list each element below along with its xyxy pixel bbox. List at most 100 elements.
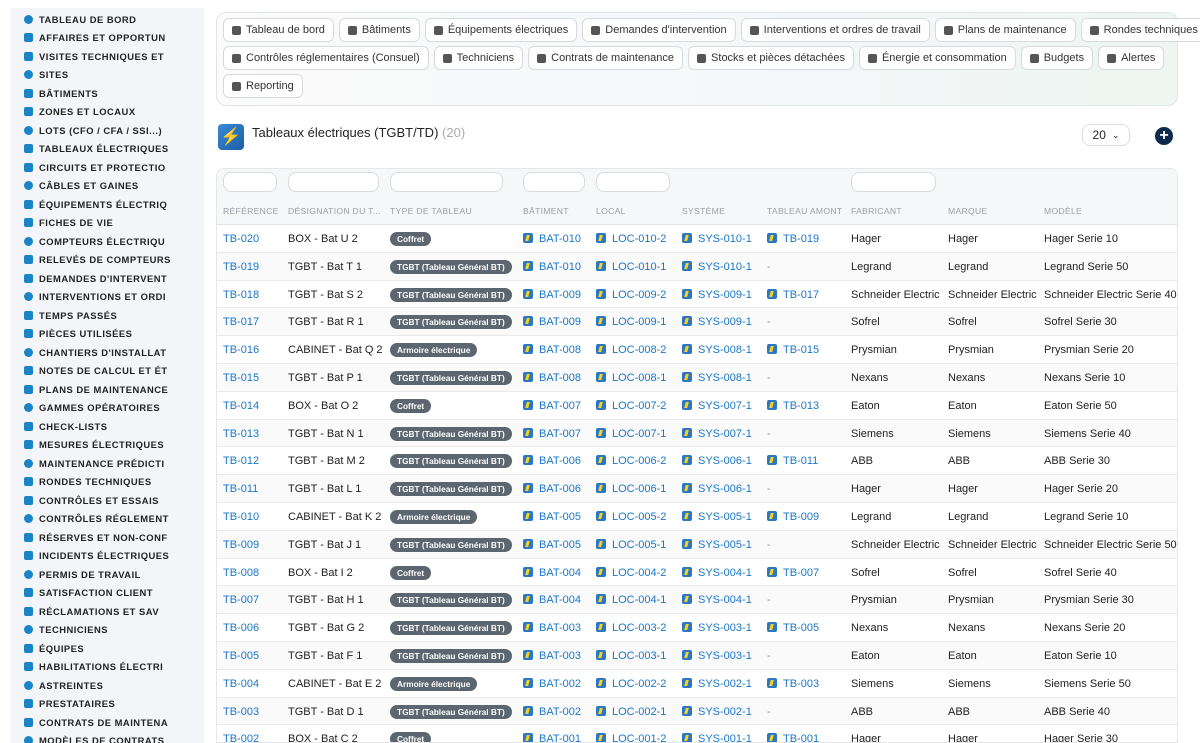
sidebar-item-pieces-utilisees[interactable]: PIÈCES UTILISÉES <box>10 325 204 344</box>
link-tableau-amont[interactable]: TB-019 <box>783 233 819 245</box>
cell-systeme[interactable]: SYS-007-1 <box>682 427 752 440</box>
cell-batiment[interactable]: BAT-005 <box>523 538 581 551</box>
sidebar-item-releves-de-compteurs[interactable]: RELEVÉS DE COMPTEURS <box>10 251 204 270</box>
link-batiment[interactable]: BAT-009 <box>539 289 581 301</box>
link-local[interactable]: LOC-006-2 <box>612 455 666 467</box>
cell-tableau-amont[interactable]: TB-015 <box>767 344 819 356</box>
nav-button-techniciens[interactable]: Techniciens <box>433 46 524 70</box>
cell-reference[interactable]: TB-010 <box>223 511 259 523</box>
link-batiment[interactable]: BAT-009 <box>539 316 581 328</box>
filter-local[interactable] <box>596 172 670 192</box>
link-systeme[interactable]: SYS-007-1 <box>698 400 752 412</box>
cell-local[interactable]: LOC-002-1 <box>596 705 666 718</box>
link-tableau-amont[interactable]: TB-001 <box>783 733 819 742</box>
link-batiment[interactable]: BAT-010 <box>539 233 581 245</box>
cell-reference[interactable]: TB-002 <box>223 733 259 742</box>
link-local[interactable]: LOC-001-2 <box>612 733 666 742</box>
cell-local[interactable]: LOC-008-1 <box>596 371 666 384</box>
sidebar-item-habilitations-electri[interactable]: HABILITATIONS ÉLECTRI <box>10 658 204 677</box>
nav-button-energie-et-consommation[interactable]: Énergie et consommation <box>858 46 1016 70</box>
nav-button-budgets[interactable]: Budgets <box>1020 46 1094 70</box>
sidebar-item-chantiers-d-installat[interactable]: CHANTIERS D'INSTALLAT <box>10 343 204 362</box>
cell-local[interactable]: LOC-002-2 <box>596 677 666 690</box>
column-header-systeme[interactable]: SYSTÈME <box>682 206 725 216</box>
sidebar-item-check-lists[interactable]: CHECK-LISTS <box>10 417 204 436</box>
link-local[interactable]: LOC-008-1 <box>612 372 666 384</box>
sidebar-item-techniciens[interactable]: TECHNICIENS <box>10 621 204 640</box>
cell-batiment[interactable]: BAT-005 <box>523 510 581 523</box>
cell-systeme[interactable]: SYS-003-1 <box>682 622 752 634</box>
sidebar-item-modeles-de-contrats[interactable]: MODÈLES DE CONTRATS <box>10 732 204 743</box>
sidebar-item-incidents-electriques[interactable]: INCIDENTS ÉLECTRIQUES <box>10 547 204 566</box>
cell-batiment[interactable]: BAT-007 <box>523 427 581 440</box>
link-batiment[interactable]: BAT-002 <box>539 706 581 718</box>
cell-tableau-amont[interactable]: TB-005 <box>767 622 819 634</box>
link-local[interactable]: LOC-008-2 <box>612 344 666 356</box>
sidebar-item-demandes-d-intervent[interactable]: DEMANDES D'INTERVENT <box>10 269 204 288</box>
link-local[interactable]: LOC-010-2 <box>612 233 666 245</box>
cell-reference[interactable]: TB-017 <box>223 316 259 328</box>
cell-batiment[interactable]: BAT-009 <box>523 316 581 328</box>
nav-button-batiments[interactable]: Bâtiments <box>338 18 420 42</box>
cell-systeme[interactable]: SYS-002-1 <box>682 677 752 690</box>
cell-reference[interactable]: TB-018 <box>223 289 259 301</box>
link-batiment[interactable]: BAT-008 <box>539 372 581 384</box>
cell-systeme[interactable]: SYS-004-1 <box>682 566 752 579</box>
cell-local[interactable]: LOC-003-1 <box>596 649 666 662</box>
cell-local[interactable]: LOC-009-1 <box>596 316 666 328</box>
sidebar-item-compteurs-electriqu[interactable]: COMPTEURS ÉLECTRIQU <box>10 232 204 251</box>
link-systeme[interactable]: SYS-006-1 <box>698 483 752 495</box>
link-systeme[interactable]: SYS-007-1 <box>698 428 752 440</box>
cell-batiment[interactable]: BAT-006 <box>523 455 581 467</box>
link-local[interactable]: LOC-010-1 <box>612 261 666 273</box>
column-header-modele[interactable]: MODÈLE <box>1044 206 1082 216</box>
sidebar-item-satisfaction-client[interactable]: SATISFACTION CLIENT <box>10 584 204 603</box>
sidebar-item-batiments[interactable]: BÂTIMENTS <box>10 84 204 103</box>
cell-reference[interactable]: TB-003 <box>223 706 259 718</box>
link-systeme[interactable]: SYS-008-1 <box>698 344 752 356</box>
filter-reference[interactable] <box>223 172 277 192</box>
filter-type[interactable] <box>390 172 503 192</box>
sidebar-item-astreintes[interactable]: ASTREINTES <box>10 676 204 695</box>
link-systeme[interactable]: SYS-008-1 <box>698 372 752 384</box>
nav-button-demandes-d-intervention[interactable]: Demandes d'intervention <box>582 18 736 42</box>
link-local[interactable]: LOC-003-1 <box>612 650 666 662</box>
cell-tableau-amont[interactable]: TB-003 <box>767 677 819 690</box>
column-header-type-de-tableau[interactable]: TYPE DE TABLEAU <box>390 206 472 216</box>
link-tableau-amont[interactable]: TB-009 <box>783 511 819 523</box>
sidebar-item-tableaux-electriques[interactable]: TABLEAUX ÉLECTRIQUES <box>10 140 204 159</box>
cell-systeme[interactable]: SYS-009-1 <box>682 316 752 328</box>
link-local[interactable]: LOC-002-1 <box>612 706 666 718</box>
cell-batiment[interactable]: BAT-002 <box>523 677 581 690</box>
cell-reference[interactable]: TB-006 <box>223 622 259 634</box>
sidebar-item-contrats-de-maintena[interactable]: CONTRATS DE MAINTENA <box>10 713 204 732</box>
link-batiment[interactable]: BAT-001 <box>539 733 581 742</box>
cell-reference[interactable]: TB-014 <box>223 400 259 412</box>
sidebar-item-controles-et-essais[interactable]: CONTRÔLES ET ESSAIS <box>10 491 204 510</box>
cell-batiment[interactable]: BAT-003 <box>523 622 581 634</box>
link-local[interactable]: LOC-007-2 <box>612 400 666 412</box>
filter-fabricant[interactable] <box>851 172 936 192</box>
link-local[interactable]: LOC-003-2 <box>612 622 666 634</box>
link-local[interactable]: LOC-002-2 <box>612 678 666 690</box>
nav-button-interventions-et-ordres-de-travail[interactable]: Interventions et ordres de travail <box>740 18 930 42</box>
cell-reference[interactable]: TB-009 <box>223 539 259 551</box>
link-tableau-amont[interactable]: TB-005 <box>783 622 819 634</box>
link-systeme[interactable]: SYS-002-1 <box>698 678 752 690</box>
cell-local[interactable]: LOC-006-2 <box>596 455 666 467</box>
link-local[interactable]: LOC-004-1 <box>612 594 666 606</box>
cell-reference[interactable]: TB-013 <box>223 428 259 440</box>
cell-systeme[interactable]: SYS-010-1 <box>682 260 752 273</box>
sidebar-item-prestataires[interactable]: PRESTATAIRES <box>10 695 204 714</box>
cell-reference[interactable]: TB-011 <box>223 483 258 495</box>
sidebar-item-equipements-electriq[interactable]: ÉQUIPEMENTS ÉLECTRIQ <box>10 195 204 214</box>
cell-batiment[interactable]: BAT-008 <box>523 344 581 356</box>
nav-button-plans-de-maintenance[interactable]: Plans de maintenance <box>934 18 1076 42</box>
cell-systeme[interactable]: SYS-002-1 <box>682 705 752 718</box>
cell-systeme[interactable]: SYS-005-1 <box>682 510 752 523</box>
link-batiment[interactable]: BAT-002 <box>539 678 581 690</box>
cell-reference[interactable]: TB-005 <box>223 650 259 662</box>
nav-button-reporting[interactable]: Reporting <box>223 74 303 98</box>
sidebar-item-plans-de-maintenance[interactable]: PLANS DE MAINTENANCE <box>10 380 204 399</box>
cell-systeme[interactable]: SYS-001-1 <box>682 733 752 742</box>
